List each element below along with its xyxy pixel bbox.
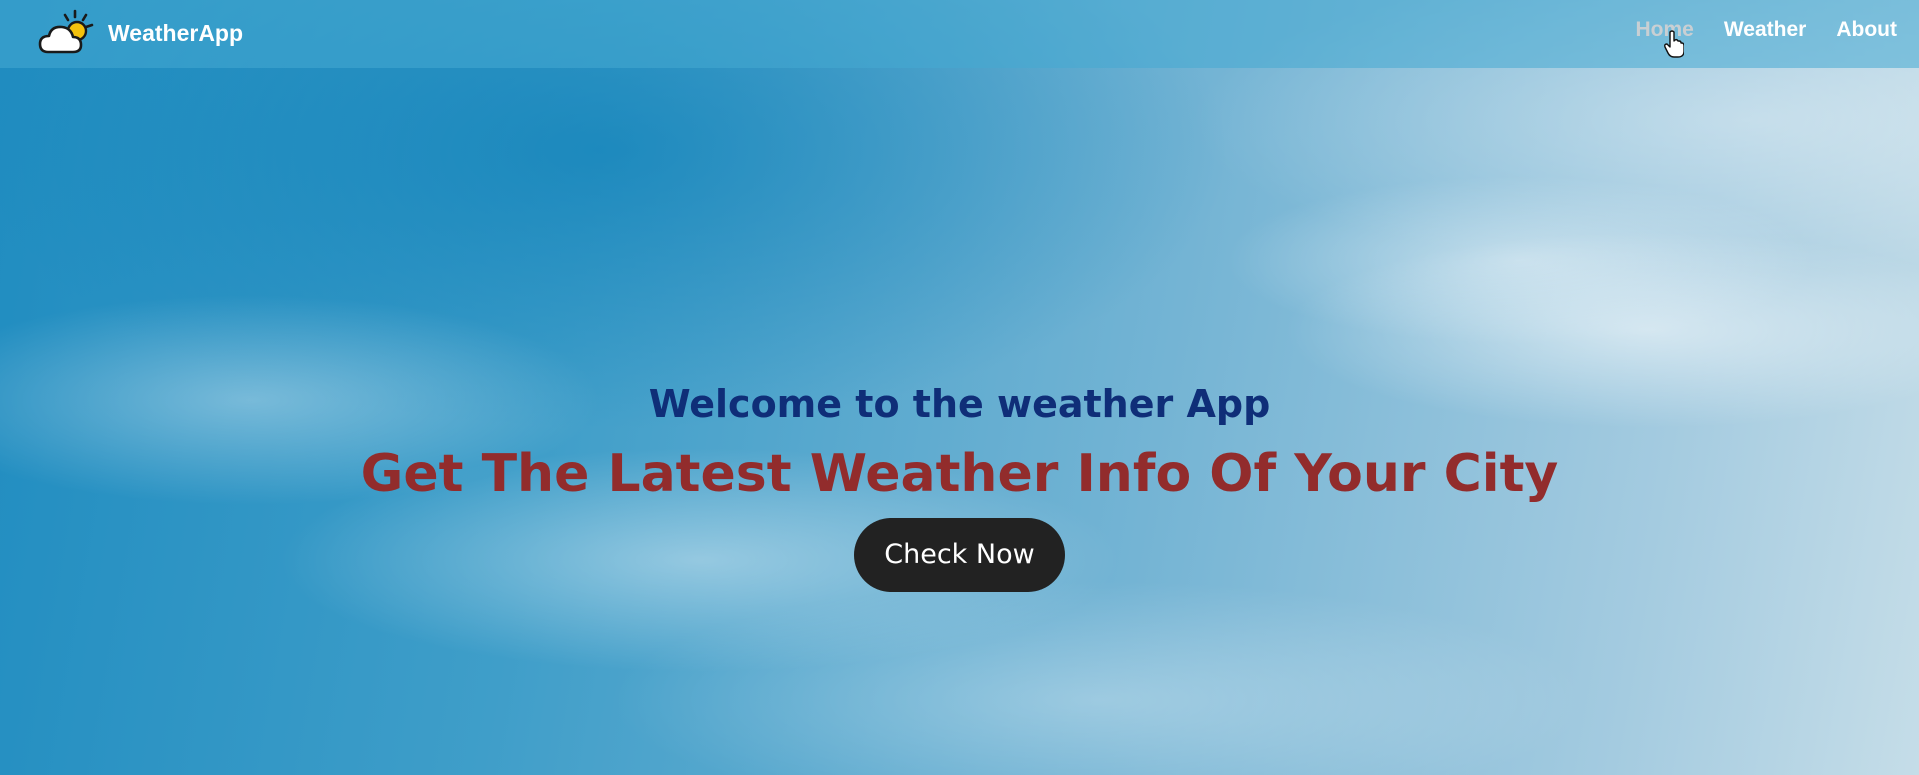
nav-link-about[interactable]: About xyxy=(1836,18,1897,42)
hand-cursor-icon xyxy=(1664,30,1684,58)
hero-headline: Get The Latest Weather Info Of Your City xyxy=(360,444,1559,504)
brand-name: WeatherApp xyxy=(108,19,244,46)
navbar: WeatherApp Home Weather About xyxy=(0,0,1919,68)
brand[interactable]: WeatherApp xyxy=(38,8,243,58)
sun-cloud-icon xyxy=(38,9,94,54)
check-now-button[interactable]: Check Now xyxy=(854,518,1065,592)
welcome-heading: Welcome to the weather App xyxy=(648,382,1271,426)
hero-section: Welcome to the weather App Get The Lates… xyxy=(0,370,1919,592)
nav-link-weather[interactable]: Weather xyxy=(1724,18,1806,42)
